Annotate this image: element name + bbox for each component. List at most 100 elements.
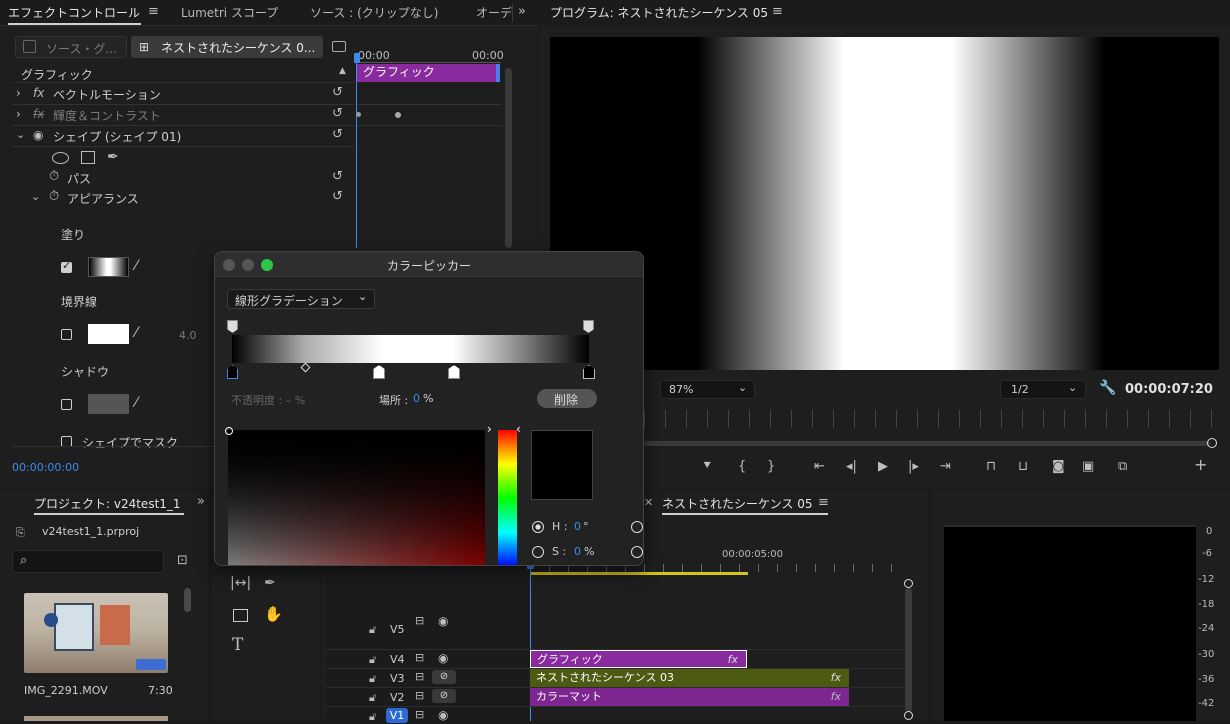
go-to-in-icon[interactable]: ⇤ [814, 460, 825, 474]
hand-tool-icon[interactable]: ✋ [264, 607, 283, 622]
delete-stop-button[interactable]: 削除 [537, 389, 597, 408]
program-scrub-bar[interactable] [644, 441, 1210, 446]
panel-menu-icon[interactable]: ≡ [772, 5, 783, 19]
work-area-bar[interactable] [530, 572, 748, 575]
midpoint-diamond[interactable] [300, 362, 311, 373]
hue-handle-left-icon[interactable]: › [487, 422, 492, 436]
keyframe-dot[interactable] [356, 112, 361, 117]
eye-icon[interactable]: ◉ [438, 708, 448, 722]
reset-icon[interactable]: ↺ [332, 86, 343, 100]
step-forward-icon[interactable]: |▸ [908, 460, 919, 474]
reset-icon[interactable]: ↺ [332, 107, 343, 121]
pen-tool-icon[interactable]: ✒ [264, 576, 276, 590]
project-search-input[interactable]: ⌕ [12, 550, 164, 573]
mark-out-icon[interactable]: } [767, 460, 775, 474]
gradient-mode-dropdown[interactable]: 線形グラデーション ⌄ [227, 289, 375, 309]
program-ruler[interactable] [644, 410, 1214, 428]
timeline-vscroll-end[interactable] [904, 711, 913, 720]
type-tool-icon[interactable]: T [232, 637, 243, 654]
lock-icon[interactable]: 🔓︎ [369, 672, 376, 686]
step-back-icon[interactable]: ◂| [846, 460, 857, 474]
s-extra-radio[interactable] [631, 546, 643, 558]
s-radio[interactable] [532, 546, 544, 558]
panel-menu-icon[interactable]: ≡ [148, 5, 159, 19]
timeline-scroll-end[interactable] [904, 579, 913, 588]
tab-effect-controls[interactable]: エフェクトコントロール [8, 4, 140, 21]
sync-icon[interactable]: ⊟ [415, 689, 424, 703]
shadow-checkbox[interactable] [61, 399, 72, 410]
collapse-chevron-icon[interactable]: ⌄ [16, 128, 25, 142]
ec-scrollbar[interactable] [505, 68, 512, 248]
close-window-button[interactable] [223, 259, 235, 271]
track-label-v2[interactable]: V2 [390, 691, 405, 704]
tab-source[interactable]: ソース : (クリップなし) [310, 4, 438, 21]
s-value[interactable]: 0 [574, 545, 581, 558]
fx-icon[interactable]: fx [33, 86, 44, 100]
expand-chevron-icon[interactable]: › [16, 86, 21, 100]
eye-hidden-icon[interactable]: ⊘ [432, 670, 456, 684]
fill-gradient-swatch[interactable] [88, 257, 129, 277]
effect-brightness-contrast[interactable]: 輝度＆コントラスト [53, 107, 161, 124]
color-field[interactable] [228, 430, 485, 565]
eye-icon[interactable]: ◉ [438, 614, 448, 628]
timeline-vscroll[interactable] [905, 588, 912, 712]
reset-icon[interactable]: ↺ [332, 128, 343, 142]
zoom-window-button[interactable] [261, 259, 273, 271]
tab-lumetri-scopes[interactable]: Lumetri スコープ [181, 4, 278, 21]
rectangle-mask-icon[interactable] [81, 151, 95, 164]
camera-icon[interactable]: ◙ [1052, 460, 1065, 474]
keyframe-dot[interactable] [395, 112, 401, 118]
program-timecode[interactable]: 00:00:07:20 [1125, 382, 1213, 397]
lock-icon[interactable]: 🔓︎ [369, 653, 376, 667]
sync-icon[interactable]: ⊟ [415, 708, 424, 722]
opacity-label[interactable]: 不透明度 : – % [231, 392, 305, 408]
close-tab-icon[interactable]: ✕ [644, 496, 653, 510]
program-title[interactable]: プログラム: ネストされたシーケンス 05 [550, 4, 768, 21]
project-title[interactable]: プロジェクト: v24test1_1 [34, 495, 181, 512]
timeline-clip-nested-sequence[interactable]: ネストされたシーケンス 03 fx [530, 669, 849, 687]
timeline-clip-color-matte[interactable]: カラーマット fx [530, 688, 849, 706]
stroke-width-value[interactable]: 4.0 [179, 329, 197, 342]
clip-thumbnail[interactable] [24, 593, 168, 673]
add-button-icon[interactable]: + [1194, 457, 1207, 473]
add-marker-icon[interactable]: ⯆ [702, 460, 712, 474]
color-field-cursor[interactable] [225, 427, 233, 435]
clip-name[interactable]: IMG_2291.MOV [24, 684, 108, 697]
eye-icon[interactable]: ◉ [33, 128, 43, 142]
zoom-dropdown[interactable]: 87% ⌄ [660, 380, 755, 399]
wrench-icon[interactable]: 🔧 [1099, 381, 1116, 395]
reset-icon[interactable]: ↺ [332, 170, 343, 184]
go-to-out-icon[interactable]: ⇥ [940, 460, 951, 474]
secondary-preview[interactable] [944, 525, 1196, 721]
ellipse-mask-icon[interactable] [52, 152, 69, 164]
opacity-stop-right[interactable] [583, 320, 594, 333]
slip-tool-icon[interactable]: |↔| [230, 576, 251, 590]
track-label-v3[interactable]: V3 [390, 672, 405, 685]
lock-icon[interactable]: 🔓︎ [369, 691, 376, 705]
program-video-frame[interactable] [550, 37, 1219, 370]
track-label-v4[interactable]: V4 [390, 653, 405, 666]
resolution-dropdown[interactable]: 1/2 ⌄ [1000, 380, 1086, 399]
ec-playhead-marker[interactable] [354, 53, 360, 63]
stopwatch-icon[interactable]: ⏱ [49, 170, 59, 184]
extract-icon[interactable]: ⊔ [1018, 460, 1028, 474]
project-scrollbar[interactable] [184, 588, 191, 612]
expand-chevron-icon[interactable]: › [16, 107, 21, 121]
stroke-color-swatch[interactable] [88, 324, 129, 344]
timeline-title[interactable]: ネストされたシーケンス 05 [662, 495, 813, 512]
stroke-checkbox[interactable] [61, 329, 72, 340]
clip-thumbnail-next[interactable] [24, 716, 168, 721]
lift-icon[interactable]: ⊓ [986, 460, 996, 474]
lock-icon[interactable]: 🔓︎ [369, 710, 376, 724]
timeline-clip-graphic[interactable]: グラフィック fx [530, 650, 747, 668]
h-extra-radio[interactable] [631, 521, 643, 533]
location-value[interactable]: 0 [413, 392, 420, 405]
sequence-selector[interactable]: ⊞ ネストされたシーケンス 0... [131, 36, 323, 58]
ec-clip-bar[interactable]: グラフィック [357, 64, 500, 82]
new-bin-icon[interactable]: ⊡ [177, 554, 188, 568]
sync-icon[interactable]: ⊟ [415, 614, 424, 628]
color-stop[interactable] [583, 365, 595, 379]
comparison-view-icon[interactable]: ▣ [1082, 460, 1094, 474]
eyedropper-icon[interactable]: ⁄ [135, 259, 137, 273]
scrub-end-handle[interactable] [1207, 438, 1217, 448]
